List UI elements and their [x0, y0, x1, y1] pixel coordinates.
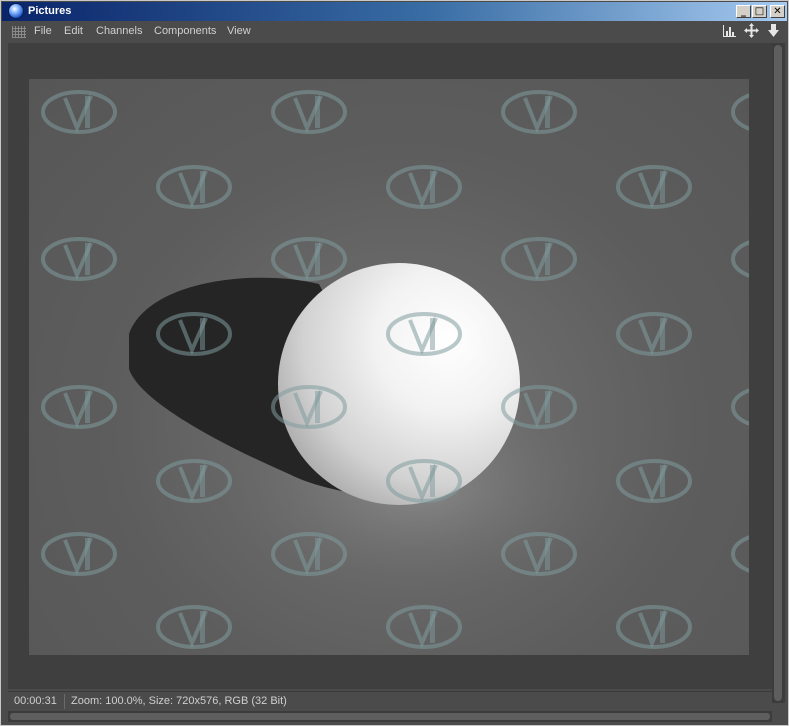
histogram-icon[interactable] — [722, 23, 737, 38]
grip-handle-icon[interactable] — [12, 26, 26, 38]
status-bar: 00:00:31 Zoom: 100.0%, Size: 720x576, RG… — [8, 691, 772, 711]
pictures-window: Pictures _ □ ✕ File Edit Channels Compon… — [0, 0, 789, 726]
menu-channels[interactable]: Channels — [96, 25, 142, 37]
maximize-button[interactable]: □ — [752, 5, 767, 18]
status-divider — [64, 694, 65, 709]
title-bar[interactable]: Pictures _ □ ✕ — [2, 2, 787, 21]
move-icon[interactable] — [743, 23, 759, 38]
menu-file[interactable]: File — [34, 25, 52, 37]
rendered-image — [29, 79, 749, 655]
toolbar-icons — [720, 23, 781, 39]
menu-edit[interactable]: Edit — [64, 25, 83, 37]
close-button[interactable]: ✕ — [770, 5, 785, 18]
vertical-scroll-thumb[interactable] — [774, 45, 782, 701]
menu-components[interactable]: Components — [154, 25, 216, 37]
download-arrow-icon[interactable] — [766, 23, 781, 38]
image-info: Zoom: 100.0%, Size: 720x576, RGB (32 Bit… — [71, 695, 287, 707]
horizontal-scrollbar[interactable] — [8, 711, 772, 722]
minimize-button[interactable]: _ — [736, 5, 751, 18]
horizontal-scroll-thumb[interactable] — [10, 713, 770, 720]
app-sphere-icon[interactable] — [9, 4, 23, 18]
vertical-scrollbar[interactable] — [772, 43, 785, 703]
render-scene — [41, 90, 749, 649]
picture-viewport[interactable] — [8, 43, 772, 689]
menu-bar: File Edit Channels Components View — [2, 21, 787, 42]
window-title: Pictures — [28, 5, 72, 17]
menu-view[interactable]: View — [227, 25, 251, 37]
render-time: 00:00:31 — [14, 695, 57, 707]
